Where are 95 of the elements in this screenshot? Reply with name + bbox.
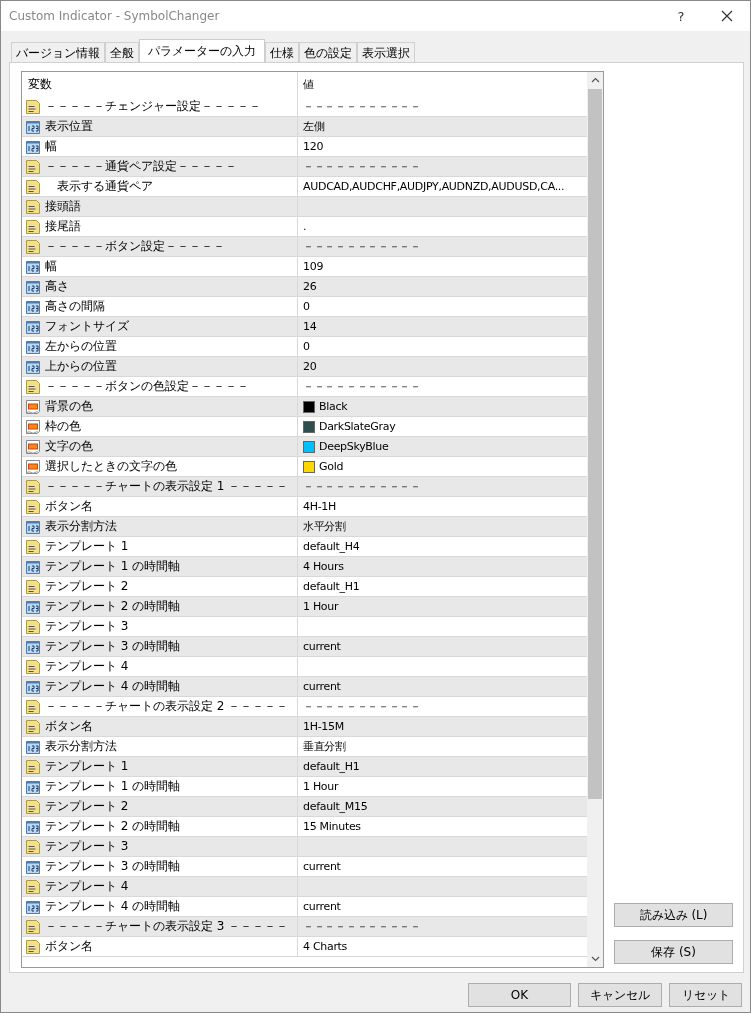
parameter-value[interactable]: . [303, 220, 307, 233]
side-button[interactable]: 保存 (S) [614, 940, 733, 964]
parameter-value[interactable]: －－－－－－－－－－－ [303, 699, 421, 714]
parameter-name: 接頭語 [45, 198, 81, 215]
parameter-value[interactable]: －－－－－－－－－－－ [303, 379, 421, 394]
parameter-name: 高さ [45, 278, 69, 295]
parameter-value[interactable]: 4H-1H [303, 500, 336, 513]
parameter-name: フォントサイズ [45, 318, 129, 335]
parameter-value[interactable]: 109 [303, 260, 324, 273]
parameter-value[interactable]: 20 [303, 360, 317, 373]
tab[interactable]: 色の設定 [299, 42, 357, 62]
parameter-name: 幅 [45, 138, 57, 155]
parameter-value[interactable]: default_H1 [303, 760, 360, 773]
parameter-name: 表示する通貨ペア [56, 178, 153, 195]
parameter-value[interactable]: －－－－－－－－－－－ [303, 479, 421, 494]
parameter-value[interactable]: DarkSlateGray [319, 420, 396, 433]
parameter-name: －－－－－チェンジャー設定－－－－－ [45, 98, 261, 115]
parameter-name: テンプレート 4 の時間軸 [45, 678, 181, 695]
parameter-value[interactable]: 1 Hour [303, 600, 339, 613]
tab[interactable]: 全般 [105, 42, 139, 62]
parameter-value[interactable]: default_M15 [303, 800, 368, 813]
parameter-name: テンプレート 4 の時間軸 [45, 898, 181, 915]
parameter-value[interactable]: Gold [319, 460, 344, 473]
parameter-name: －－－－－チャートの表示設定 2 －－－－－ [45, 698, 289, 715]
parameter-value[interactable]: current [303, 860, 341, 873]
parameter-value[interactable]: 左側 [303, 119, 325, 134]
parameter-value[interactable]: AUDCAD,AUDCHF,AUDJPY,AUDNZD,AUDUSD,CA... [303, 180, 565, 193]
parameter-value[interactable]: 垂直分割 [303, 739, 346, 754]
parameter-value[interactable]: current [303, 900, 341, 913]
dialog-button[interactable]: キャンセル [578, 983, 662, 1007]
parameter-name: －－－－－通貨ペア設定－－－－－ [45, 158, 237, 175]
parameter-name: テンプレート 4 [45, 658, 129, 675]
parameter-value[interactable]: 1H-15M [303, 720, 344, 733]
parameter-name: 接尾語 [45, 218, 81, 235]
parameter-name: 幅 [45, 258, 57, 275]
column-header: 値 [302, 77, 315, 93]
parameter-name: 選択したときの文字の色 [45, 458, 177, 475]
tab[interactable]: 仕様 [265, 42, 299, 62]
parameter-name: テンプレート 3 [45, 838, 129, 855]
parameter-name: テンプレート 3 の時間軸 [45, 858, 181, 875]
parameter-name: 文字の色 [45, 438, 93, 455]
parameter-value[interactable]: －－－－－－－－－－－ [303, 159, 421, 174]
parameter-value[interactable]: DeepSkyBlue [319, 440, 389, 453]
parameter-value[interactable]: 0 [303, 340, 310, 353]
parameter-name: テンプレート 4 [45, 878, 129, 895]
parameter-name: テンプレート 2 の時間軸 [45, 598, 181, 615]
parameter-name: テンプレート 3 の時間軸 [45, 638, 181, 655]
parameter-value[interactable]: 1 Hour [303, 780, 339, 793]
parameter-value[interactable]: current [303, 640, 341, 653]
parameter-name: －－－－－チャートの表示設定 1 －－－－－ [45, 478, 289, 495]
dialog-button[interactable]: リセット [669, 983, 742, 1007]
parameter-name: テンプレート 2 の時間軸 [45, 818, 181, 835]
parameter-name: テンプレート 3 [45, 618, 129, 635]
parameter-name: －－－－－ボタン設定－－－－－ [45, 238, 225, 255]
parameter-value[interactable]: 4 Hours [303, 560, 344, 573]
parameter-value[interactable]: 120 [303, 140, 324, 153]
parameter-name: －－－－－ボタンの色設定－－－－－ [45, 378, 249, 395]
tab[interactable]: パラメーターの入力 [139, 39, 265, 62]
parameter-value[interactable]: 0 [303, 300, 310, 313]
parameter-value[interactable]: 26 [303, 280, 317, 293]
parameter-name: テンプレート 1 の時間軸 [45, 558, 181, 575]
parameter-value[interactable]: default_H4 [303, 540, 360, 553]
parameter-name: テンプレート 1 [45, 758, 129, 775]
parameter-name: ボタン名 [45, 938, 93, 955]
parameter-name: 表示分割方法 [45, 518, 117, 535]
parameter-value[interactable]: 14 [303, 320, 317, 333]
dialog-button[interactable]: OK [468, 983, 571, 1007]
parameter-name: テンプレート 2 [45, 798, 129, 815]
parameter-name: ボタン名 [45, 718, 93, 735]
parameter-name: ボタン名 [45, 498, 93, 515]
parameter-name: 枠の色 [45, 418, 81, 435]
parameter-name: 背景の色 [45, 398, 93, 415]
parameter-name: 表示位置 [45, 118, 93, 135]
tab[interactable]: バージョン情報 [11, 42, 105, 62]
parameter-name: －－－－－チャートの表示設定 3 －－－－－ [45, 918, 289, 935]
parameter-value[interactable]: Black [319, 400, 348, 413]
parameter-value[interactable]: －－－－－－－－－－－ [303, 239, 421, 254]
parameter-name: 上からの位置 [45, 358, 117, 375]
parameter-value[interactable]: －－－－－－－－－－－ [303, 99, 421, 114]
tab[interactable]: 表示選択 [357, 42, 415, 62]
parameter-value[interactable]: －－－－－－－－－－－ [303, 919, 421, 934]
help-button[interactable]: ? [658, 1, 704, 31]
parameter-name: 高さの間隔 [45, 298, 105, 315]
parameter-value[interactable]: current [303, 680, 341, 693]
side-button[interactable]: 読み込み (L) [614, 903, 733, 927]
parameter-name: 表示分割方法 [45, 738, 117, 755]
window-title: Custom Indicator - SymbolChanger [9, 9, 221, 23]
parameter-value[interactable]: default_H1 [303, 580, 360, 593]
parameter-name: テンプレート 1 [45, 538, 129, 555]
parameter-name: テンプレート 1 の時間軸 [45, 778, 181, 795]
parameter-name: テンプレート 2 [45, 578, 129, 595]
parameter-value[interactable]: 4 Charts [303, 940, 348, 953]
parameter-value[interactable]: 15 Minutes [303, 820, 361, 833]
parameter-value[interactable]: 水平分割 [303, 519, 346, 534]
parameter-name: 左からの位置 [45, 338, 117, 355]
